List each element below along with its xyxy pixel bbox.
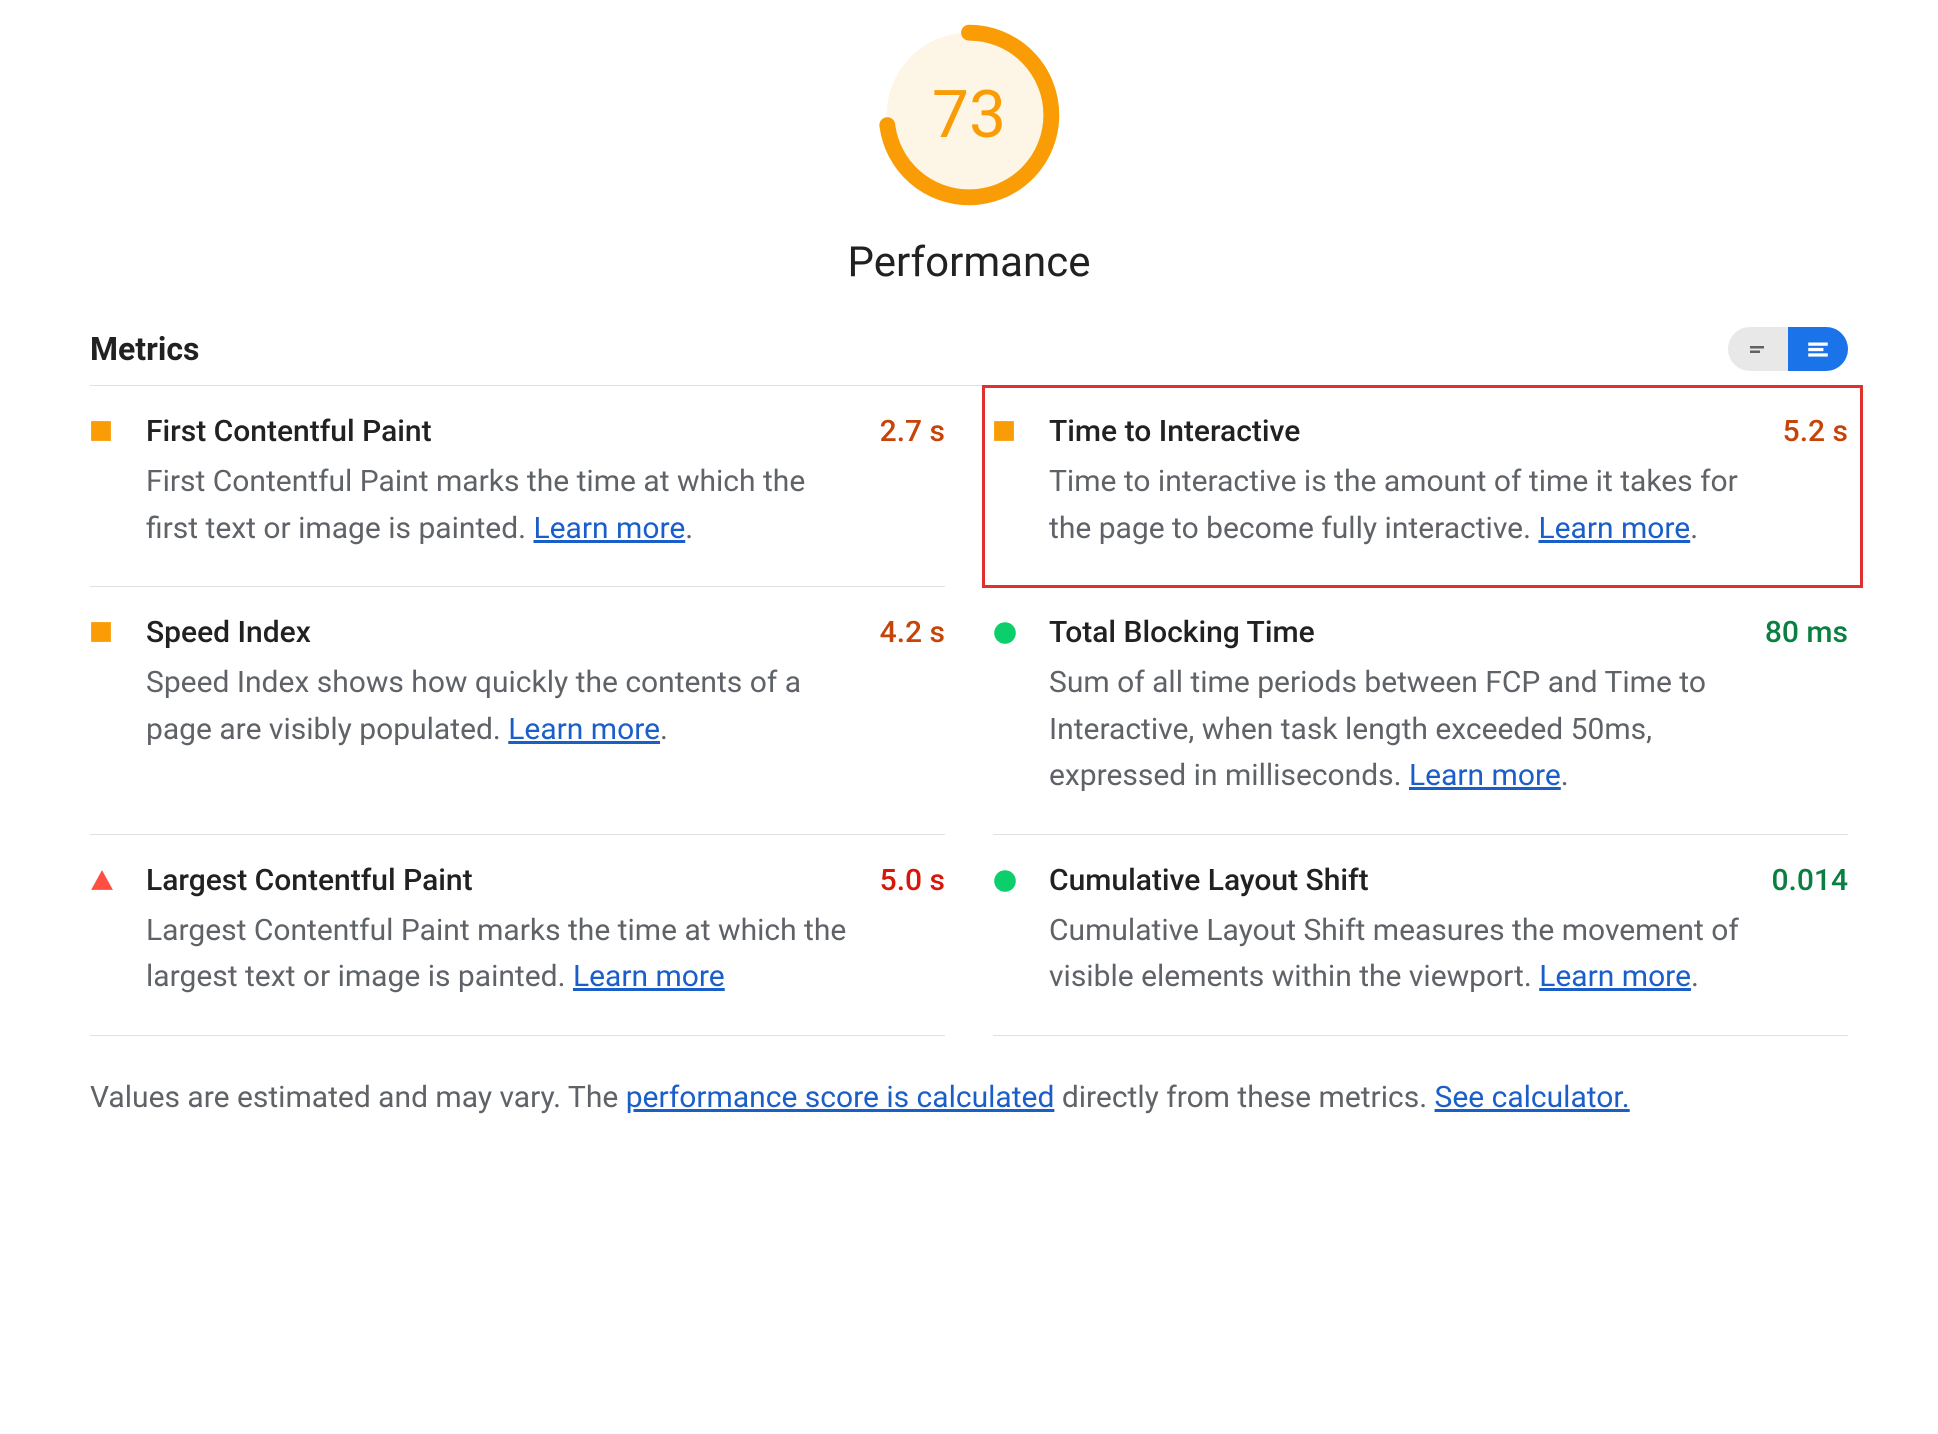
learn-more-link[interactable]: Learn more (1538, 511, 1690, 546)
metric-description: Largest Contentful Paint marks the time … (146, 908, 864, 1001)
metric-cls: Cumulative Layout Shift Cumulative Layout… (993, 835, 1848, 1036)
gauge-score-text: 73 (874, 20, 1064, 210)
metric-value: 5.2 s (1783, 414, 1848, 552)
score-calc-link[interactable]: performance score is calculated (626, 1080, 1055, 1115)
metric-description: Speed Index shows how quickly the conten… (146, 660, 864, 753)
metric-tti: Time to Interactive Time to interactive i… (983, 386, 1862, 587)
view-toggle (1728, 327, 1848, 371)
metric-description-text: Speed Index shows how quickly the conten… (146, 665, 801, 747)
footer-text-2: directly from these metrics. (1054, 1080, 1434, 1115)
metrics-title: Metrics (90, 330, 199, 368)
category-title: Performance (848, 238, 1091, 287)
metric-desc-trailing: . (1561, 758, 1569, 793)
metric-title: Time to Interactive (1049, 414, 1767, 449)
view-expanded-button[interactable] (1788, 327, 1848, 371)
metric-si: Speed Index Speed Index shows how quickly… (90, 587, 945, 835)
metric-description: Time to interactive is the amount of tim… (1049, 459, 1767, 552)
learn-more-link[interactable]: Learn more (508, 712, 660, 747)
metric-value: 2.7 s (880, 414, 945, 552)
metric-value: 0.014 (1771, 863, 1848, 1001)
footer-note: Values are estimated and may vary. The p… (90, 1080, 1848, 1115)
metric-description-text: First Contentful Paint marks the time at… (146, 464, 805, 546)
view-compact-button[interactable] (1728, 327, 1788, 371)
expanded-icon (1805, 336, 1831, 362)
learn-more-link[interactable]: Learn more (573, 959, 725, 994)
metric-description: Cumulative Layout Shift measures the mov… (1049, 908, 1755, 1001)
metric-body: First Contentful Paint First Contentful P… (146, 414, 864, 552)
status-icon-cls (993, 869, 1033, 1001)
metric-description-text: Largest Contentful Paint marks the time … (146, 913, 846, 995)
metric-title: Cumulative Layout Shift (1049, 863, 1755, 898)
metric-tbt: Total Blocking Time Sum of all time perio… (993, 587, 1848, 835)
metric-value: 5.0 s (880, 863, 945, 1001)
metric-body: Time to Interactive Time to interactive i… (1049, 414, 1767, 552)
metric-body: Cumulative Layout Shift Cumulative Layout… (1049, 863, 1755, 1001)
status-icon-si (90, 621, 130, 800)
metric-description: Sum of all time periods between FCP and … (1049, 660, 1749, 800)
metric-body: Total Blocking Time Sum of all time perio… (1049, 615, 1749, 800)
metric-title: Largest Contentful Paint (146, 863, 864, 898)
status-icon-tti (993, 420, 1033, 552)
metric-description-text: Sum of all time periods between FCP and … (1049, 665, 1706, 793)
metric-desc-trailing: . (1690, 511, 1698, 546)
metric-body: Speed Index Speed Index shows how quickly… (146, 615, 864, 800)
metrics-header: Metrics (90, 327, 1848, 386)
learn-more-link[interactable]: Learn more (533, 511, 685, 546)
metric-desc-trailing: . (1691, 959, 1699, 994)
compact-icon (1746, 337, 1770, 361)
metric-lcp: Largest Contentful Paint Largest Contentf… (90, 835, 945, 1036)
footer-text-1: Values are estimated and may vary. The (90, 1080, 626, 1115)
status-icon-fcp (90, 420, 130, 552)
metric-desc-trailing: . (685, 511, 693, 546)
learn-more-link[interactable]: Learn more (1409, 758, 1561, 793)
status-icon-tbt (993, 621, 1033, 800)
status-icon-lcp (90, 869, 130, 1001)
metric-title: Speed Index (146, 615, 864, 650)
metric-desc-trailing: . (660, 712, 668, 747)
metric-value: 4.2 s (880, 615, 945, 800)
see-calculator-link[interactable]: See calculator. (1435, 1080, 1630, 1115)
metric-body: Largest Contentful Paint Largest Contentf… (146, 863, 864, 1001)
metrics-grid: First Contentful Paint First Contentful P… (90, 386, 1848, 1036)
learn-more-link[interactable]: Learn more (1539, 959, 1691, 994)
score-gauge: 73 (874, 20, 1064, 210)
metric-value: 80 ms (1765, 615, 1848, 800)
metric-description: First Contentful Paint marks the time at… (146, 459, 864, 552)
metric-title: Total Blocking Time (1049, 615, 1749, 650)
metric-title: First Contentful Paint (146, 414, 864, 449)
metric-fcp: First Contentful Paint First Contentful P… (90, 386, 945, 587)
score-gauge-section: 73 Performance (90, 20, 1848, 287)
